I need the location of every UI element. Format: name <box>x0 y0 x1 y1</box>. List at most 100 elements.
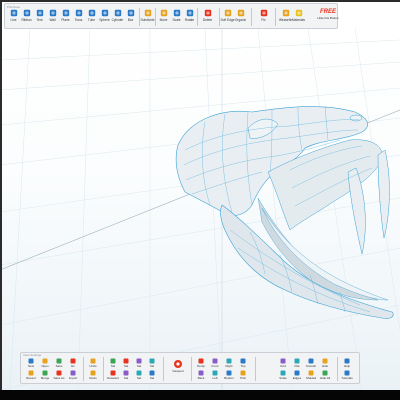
viewport-button[interactable]: Viewport <box>171 359 185 381</box>
scale-button[interactable]: Scale <box>170 9 183 26</box>
snake-head-model[interactable] <box>175 105 394 319</box>
tube-button[interactable]: Tube <box>85 9 98 26</box>
move-icon <box>160 9 167 17</box>
weave-icon <box>282 9 289 17</box>
back-label: Back <box>197 376 205 380</box>
tutorials-button[interactable]: Tutorials <box>341 370 353 382</box>
free-label: Hide this Button <box>317 16 339 20</box>
shaded-button[interactable]: Shaded <box>305 370 317 382</box>
import-button[interactable]: Import <box>67 370 79 382</box>
merge-label: Merge <box>40 376 50 380</box>
window-border-left <box>0 0 2 390</box>
hide-all-label: Hide All <box>319 376 331 380</box>
sel-button[interactable]: Sel <box>120 370 132 382</box>
smooth-button[interactable]: Smooth <box>305 358 317 370</box>
misc-group: Soft Edge Organic <box>221 9 247 26</box>
cylinder-label: Cylinder <box>111 18 124 22</box>
toolbar-divider <box>219 8 220 26</box>
free-button[interactable]: FREE Hide this Button <box>315 8 341 26</box>
organic-button[interactable]: Organic <box>234 9 247 26</box>
pick-button[interactable]: Pick <box>237 370 249 382</box>
redo-button[interactable]: Redo <box>87 370 99 382</box>
soft-edge-icon <box>224 9 231 17</box>
sel-button[interactable]: Sel <box>133 370 145 382</box>
tent-button[interactable]: Tent <box>33 9 46 26</box>
save-as-label: Save As <box>53 376 65 380</box>
save-button[interactable]: Save <box>53 358 65 370</box>
flat-button[interactable]: Flat <box>291 358 303 370</box>
toolbar-divider <box>251 8 252 26</box>
open-button[interactable]: Open <box>39 358 51 370</box>
ribbon-button[interactable]: Ribbon <box>20 9 33 26</box>
fix-button[interactable]: Fix <box>257 9 270 26</box>
shaded-label: Shaded <box>305 376 317 380</box>
sel-button[interactable]: Sel <box>107 358 119 370</box>
scale-label: Scale <box>172 18 181 22</box>
wall-icon <box>49 9 56 17</box>
toolbar-divider <box>139 8 140 26</box>
toolbar-divider <box>191 357 192 381</box>
flat-label: Flat <box>294 364 300 368</box>
tube-icon <box>88 9 95 17</box>
box-button[interactable]: Box <box>124 9 137 26</box>
soft-edge-label: Soft Edge <box>220 18 235 22</box>
new-button[interactable]: New <box>25 358 37 370</box>
weavefix-button[interactable]: Weavefix <box>279 9 292 26</box>
wall-button[interactable]: Wall <box>46 9 59 26</box>
cylinder-button[interactable]: Cylinder <box>111 9 124 26</box>
ground-grid <box>0 28 400 390</box>
viewport-scene[interactable] <box>0 28 400 390</box>
tutorials-label: Tutorials <box>341 376 353 380</box>
move-button[interactable]: Move <box>157 9 170 26</box>
toolbar-divider <box>155 8 156 26</box>
persp-label: Persp <box>197 364 205 368</box>
bottom-button[interactable]: Bottom <box>223 370 235 382</box>
line-icon <box>10 9 17 17</box>
hide-all-button[interactable]: Hide All <box>319 370 331 382</box>
merge-button[interactable]: Merge <box>39 370 51 382</box>
delete-button[interactable]: Delete <box>201 9 214 26</box>
scale-button[interactable]: Scale <box>277 370 289 382</box>
rotate-button[interactable]: Rotate <box>183 9 196 26</box>
sel-label: Sel <box>149 376 155 380</box>
tube-label: Tube <box>87 18 96 22</box>
right-button[interactable]: Right <box>223 358 235 370</box>
file-group: New Open Save Ex Recent Merge Save As Import <box>25 358 81 382</box>
subdivide-button[interactable]: Subdivide <box>141 9 155 26</box>
front-button[interactable]: Front <box>209 358 221 370</box>
save-as-button[interactable]: Save As <box>53 370 65 382</box>
persp-button[interactable]: Persp <box>195 358 207 370</box>
fix-group: Fix <box>257 9 270 26</box>
materials-label: Materials <box>292 18 305 22</box>
os-taskbar <box>0 390 400 400</box>
back-button[interactable]: Back <box>195 370 207 382</box>
undo-group: Undo Redo <box>87 358 101 382</box>
fang-right <box>377 149 390 239</box>
grid-button[interactable]: Grid <box>277 358 289 370</box>
recent-button[interactable]: Recent <box>25 370 37 382</box>
sel-button[interactable]: Sel <box>146 358 158 370</box>
delete-icon <box>204 9 211 17</box>
sel-button[interactable]: Sel <box>120 358 132 370</box>
plane-button[interactable]: Plane <box>59 9 72 26</box>
toolbar-divider <box>163 357 164 381</box>
soft-edge-button[interactable]: Soft Edge <box>220 9 235 26</box>
window-border-top <box>0 0 400 2</box>
left-button[interactable]: Left <box>209 370 221 382</box>
edges-button[interactable]: Edges <box>291 370 303 382</box>
bottom-label: Bottom <box>224 376 234 380</box>
undo-button[interactable]: Undo <box>87 358 99 370</box>
line-button[interactable]: Line <box>7 9 20 26</box>
sel-button[interactable]: Sel <box>146 370 158 382</box>
deselect-button[interactable]: Deselect <box>107 370 119 382</box>
sel-button[interactable]: Sel <box>133 358 145 370</box>
sphere-label: Sphere <box>99 18 110 22</box>
top-button[interactable]: Top <box>237 358 249 370</box>
torus-button[interactable]: Torus <box>72 9 85 26</box>
help-button[interactable]: Help <box>341 358 353 370</box>
sphere-button[interactable]: Sphere <box>98 9 111 26</box>
hide-button[interactable]: Hide <box>319 358 331 370</box>
materials-button[interactable]: Materials <box>292 9 305 26</box>
sel-label: Sel <box>149 364 155 368</box>
ex-button[interactable]: Ex <box>67 358 79 370</box>
